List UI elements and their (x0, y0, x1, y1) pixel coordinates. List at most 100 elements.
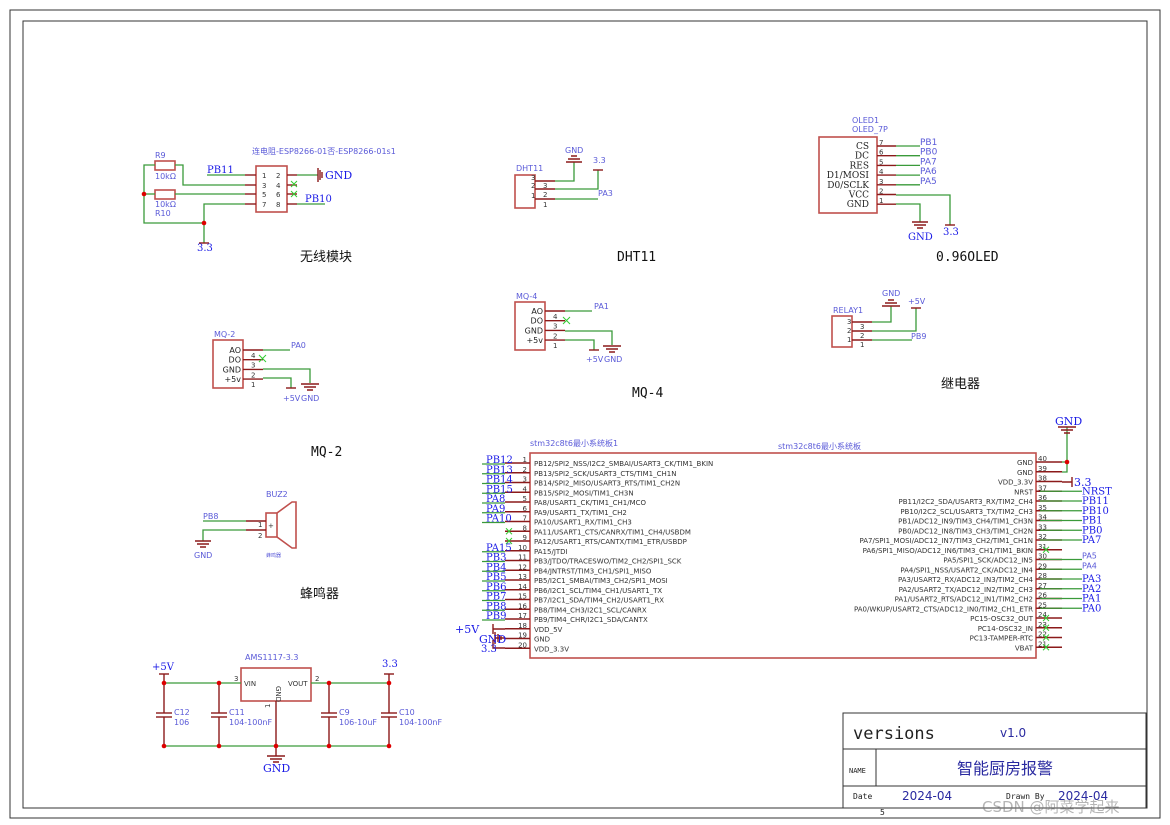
pin-name-gnd: GND (274, 686, 282, 702)
pin-name-vin: VIN (244, 680, 256, 688)
pin-number: 3 (847, 318, 851, 326)
pin-number: 2 (847, 327, 851, 335)
wire (565, 330, 613, 345)
pin-number: 2 (523, 466, 527, 474)
pin-name: PB4/JNTRST/TIM3_CH1/SPI1_MISO (534, 567, 652, 575)
wire (872, 308, 917, 332)
pin-number: 2 (258, 532, 262, 540)
net-pb8: PB8 (203, 512, 218, 521)
capacitor-value: 104-100nF (399, 718, 442, 727)
pin-name: PA0/WKUP/USART2_CTS/ADC12_IN0/TIM2_CH1_E… (854, 605, 1033, 613)
net-pb11: PB11 (207, 165, 234, 176)
net-5v: +5V (152, 662, 175, 673)
versions-label: versions (853, 724, 935, 744)
relay[interactable]: RELAY1 3 2 1 3 2 1 GND +5V PB9 继电器 (831, 289, 980, 392)
oled-display[interactable]: OLED1 OLED_7P CS 7 PB1 DC 6 PB0 RES 5 PA7 D1/MOSI… (818, 116, 999, 265)
pin-name: VDD_5V (534, 626, 563, 634)
inner-border (22, 20, 1148, 809)
esp8266-module[interactable] (255, 165, 288, 213)
dht11-sensor[interactable]: DHT11 3 2 1 3 2 1 GND 3.3 PA3 DHT11 (514, 146, 656, 265)
pin-name: PB11/I2C2_SDA/USART3_RX/TIM2_CH4 (898, 498, 1033, 506)
pin-number: 2 (553, 332, 557, 340)
net-5v: +5V (455, 623, 480, 636)
net-pa3: PA3 (598, 189, 613, 198)
date-label: Date (853, 792, 872, 801)
net-3v3: 3.3 (1074, 476, 1092, 489)
net-pb9: PB9 (911, 332, 926, 341)
pin-number: 1 (258, 521, 262, 529)
junction (386, 743, 392, 749)
net-label: PA7 (1082, 535, 1101, 546)
net-gnd: GND (263, 762, 290, 775)
pin-name: PB9/TIM4_CHR/I2C1_SDA/CANTX (534, 616, 648, 624)
dht11-ref: DHT11 (516, 164, 543, 173)
pin-name: D0/SCLK (827, 181, 869, 191)
net-5v: +5V (283, 394, 301, 403)
pin-name: PA3/USART2_RX/ADC12_IN3/TIM2_CH4 (898, 576, 1034, 584)
pin-number: 6 (276, 191, 281, 199)
pin-name: VDD_3.3V (998, 479, 1033, 487)
net-3v3: 3.3 (197, 243, 213, 254)
pin-number: 4 (276, 182, 281, 190)
r9-resistor[interactable] (154, 160, 176, 171)
junction (201, 220, 207, 226)
relay-title: 继电器 (941, 377, 980, 392)
net-label: PA10 (486, 514, 512, 525)
r10-ref: R10 (155, 209, 171, 218)
pin-name: PB7/I2C1_SDA/TIM4_CH2/USART1_RX (534, 597, 664, 605)
gnd-symbol (912, 221, 928, 229)
net-pa0: PA0 (291, 341, 306, 350)
pin-name: AO (531, 307, 543, 316)
wire (1062, 427, 1068, 463)
pin-name: PB12/SPI2_NSS/I2C2_SMBAI/USART3_CK/TIM1_… (534, 460, 713, 468)
stm32-board[interactable]: stm32c8t6最小系统板1 stm32c8t6最小系统板 1 PB12/SPI… (455, 415, 1112, 659)
pin-number: 2 (315, 675, 319, 683)
mq4-sensor[interactable]: MQ-4 AO 4 DO 3 GND 2 +5v 1 PA1 +5V GND MQ-4 (514, 292, 663, 401)
mq2-sensor[interactable]: MQ-2 AO 4 DO 3 GND 2 +5v 1 PA0 +5V GND MQ-2 (212, 330, 342, 460)
pin-number: 39 (1038, 465, 1047, 473)
pin-number: 3 (234, 675, 238, 683)
speaker-horn-icon (276, 501, 297, 549)
mq2-ref: MQ-2 (214, 330, 235, 339)
junction (326, 743, 332, 749)
pin-name: DC (855, 152, 869, 162)
buzzer-title: 蜂鸣器 (300, 586, 339, 602)
pin-number: 2 (879, 188, 883, 196)
buzzer[interactable]: BUZ2 + 1 2 PB8 GND 蜂鸣器 蜂鸣器 (194, 490, 339, 602)
pin-name-vout: VOUT (288, 680, 308, 688)
pin-number: 1 (262, 172, 266, 180)
pin-number: 3 (523, 476, 527, 484)
project-name: 智能厨房报警 (957, 759, 1053, 778)
pin-number: 5 (523, 495, 527, 503)
pin-name: PA12/USART1_RTS/CANTX/TIM1_ETR/USBDP (534, 538, 687, 546)
wire (565, 339, 595, 350)
net-gnd: GND (908, 232, 933, 243)
gnd-symbol (566, 155, 582, 163)
net-5v: +5V (586, 355, 604, 364)
pin-number: 2 (276, 172, 280, 180)
gnd-symbol (195, 540, 211, 548)
junction (216, 680, 222, 686)
power-regulator[interactable]: AMS1117-3.3 VIN VOUT GND 3 2 1 GND +5V 3… (152, 653, 442, 775)
wire (263, 377, 292, 388)
pin-name: PB6/I2C1_SCL/TIM4_CH1/USART1_TX (534, 587, 662, 595)
net-gnd: GND (1055, 415, 1082, 428)
wireless-module[interactable]: 连电阻-ESP8266-01否-ESP8266-01s1 R9 10kΩ 10k… (141, 146, 396, 265)
pin-number: 20 (518, 641, 527, 649)
pin-name: AO (229, 346, 241, 355)
net-3v3: 3.3 (382, 659, 398, 670)
pin-number: 2 (251, 371, 255, 379)
buzzer-plus: + (268, 522, 274, 530)
pin-name: RES (849, 161, 869, 171)
name-label: NAME (849, 767, 866, 775)
pin-number: 10 (518, 544, 527, 552)
pin-name: PC13-TAMPER-RTC (970, 635, 1033, 643)
oled-part: OLED_7P (852, 125, 888, 134)
pin-number: 18 (518, 622, 527, 630)
wireless-part: 连电阻-ESP8266-01否-ESP8266-01s1 (252, 146, 396, 156)
capacitor-ref: C9 (339, 708, 350, 717)
r10-resistor[interactable] (154, 189, 176, 200)
junction (141, 191, 147, 197)
pin-name: GND (1017, 459, 1033, 467)
pin-number: 16 (518, 602, 527, 610)
